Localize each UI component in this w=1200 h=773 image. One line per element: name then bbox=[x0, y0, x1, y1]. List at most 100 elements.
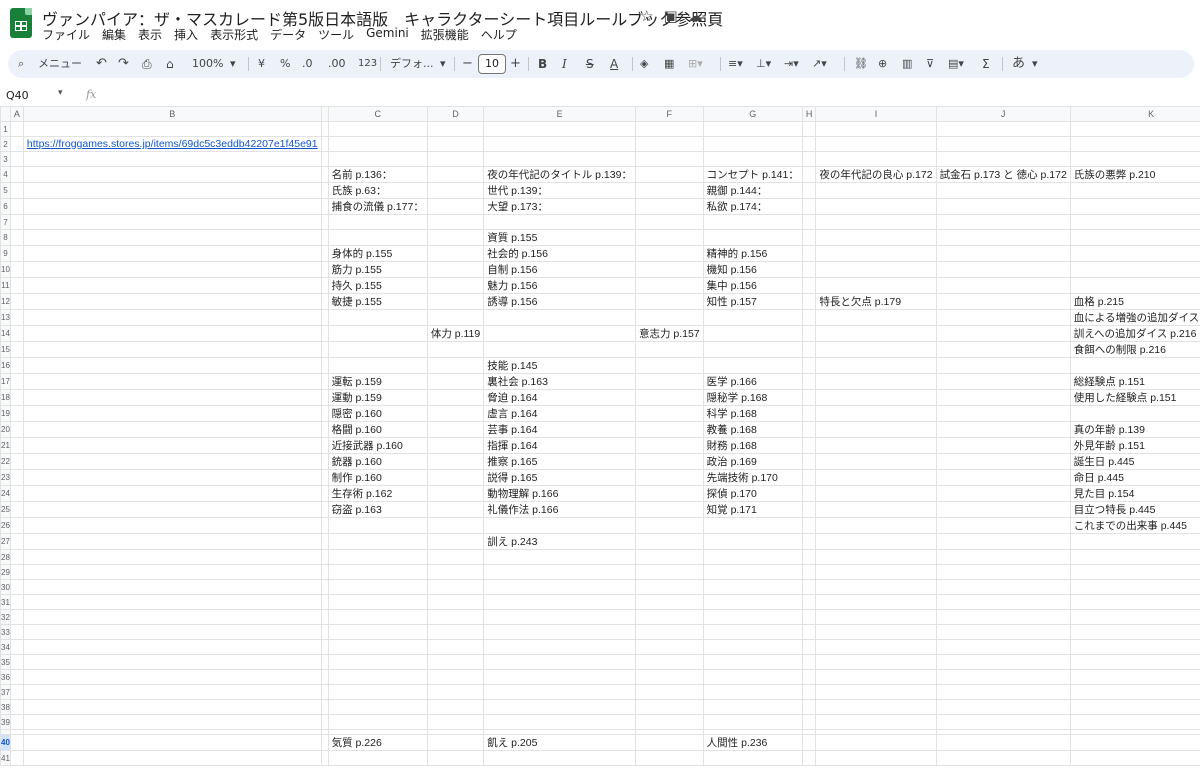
cell-j7[interactable] bbox=[935, 214, 1071, 230]
cell-b8[interactable] bbox=[22, 229, 322, 246]
search-icon[interactable]: ⌕ bbox=[18, 50, 24, 78]
row-header[interactable]: 31 bbox=[0, 594, 11, 610]
redo-icon[interactable]: ↷ bbox=[118, 50, 129, 78]
cell-b36[interactable] bbox=[22, 669, 322, 685]
cell-a39[interactable] bbox=[9, 714, 24, 730]
cell-f28[interactable] bbox=[634, 549, 704, 565]
cell-f41[interactable] bbox=[634, 750, 704, 766]
cell-g25[interactable]: 知覚 p.171 bbox=[702, 501, 803, 518]
cell-a3[interactable] bbox=[9, 151, 24, 167]
filter-icon[interactable]: ⊽ bbox=[926, 50, 934, 78]
decrease-decimal-button[interactable]: .0 bbox=[302, 50, 313, 78]
undo-icon[interactable]: ↶ bbox=[96, 50, 107, 78]
menu-item[interactable]: 編集 bbox=[102, 26, 126, 43]
cell-f2[interactable] bbox=[634, 136, 704, 152]
cell-k15[interactable]: 食餌への制限 p.216 bbox=[1069, 341, 1200, 358]
cell-h28[interactable] bbox=[801, 549, 817, 565]
cell-h19[interactable] bbox=[801, 405, 817, 422]
cell-f33[interactable] bbox=[634, 624, 704, 640]
cell-f29[interactable] bbox=[634, 564, 704, 580]
cell-j14[interactable] bbox=[935, 325, 1071, 342]
cell-d25[interactable] bbox=[426, 501, 485, 518]
cell-j12[interactable] bbox=[935, 293, 1071, 310]
cell-b22[interactable] bbox=[22, 453, 322, 470]
cell-d20[interactable] bbox=[426, 421, 485, 438]
cell-h9[interactable] bbox=[801, 245, 817, 262]
cell-k29[interactable] bbox=[1069, 564, 1200, 580]
row-header[interactable]: 18 bbox=[0, 389, 11, 406]
cell-j3[interactable] bbox=[935, 151, 1071, 167]
row-header[interactable]: 26 bbox=[0, 517, 11, 534]
cell-j35[interactable] bbox=[935, 654, 1071, 670]
cell-j17[interactable] bbox=[935, 373, 1071, 390]
cell-f26[interactable] bbox=[634, 517, 704, 534]
row-header[interactable]: 9 bbox=[0, 245, 11, 262]
cell-j29[interactable] bbox=[935, 564, 1071, 580]
cell-i32[interactable] bbox=[815, 609, 937, 625]
cell-d24[interactable] bbox=[426, 485, 485, 502]
cell-i37[interactable] bbox=[815, 684, 937, 700]
cell-c10[interactable]: 筋力 p.155 bbox=[327, 261, 428, 278]
cell-i38[interactable] bbox=[815, 699, 937, 715]
cell-f11[interactable] bbox=[634, 277, 704, 294]
cell-a10[interactable] bbox=[9, 261, 24, 278]
cell-d39[interactable] bbox=[426, 714, 485, 730]
cell-g2[interactable] bbox=[702, 136, 803, 152]
cell-i9[interactable] bbox=[815, 245, 937, 262]
cell-e39[interactable] bbox=[483, 714, 636, 730]
cell-c40[interactable]: 気質 p.226 bbox=[327, 734, 428, 751]
cell-k25[interactable]: 目立つ特長 p.445 bbox=[1069, 501, 1200, 518]
cell-c18[interactable]: 運動 p.159 bbox=[327, 389, 428, 406]
cell-k23[interactable]: 命日 p.445 bbox=[1069, 469, 1200, 486]
cell-j1[interactable] bbox=[935, 121, 1071, 137]
cell-g19[interactable]: 科学 p.168 bbox=[702, 405, 803, 422]
cell-g21[interactable]: 財務 p.168 bbox=[702, 437, 803, 454]
cell-k26[interactable]: これまでの出来事 p.445 bbox=[1069, 517, 1200, 534]
cell-i24[interactable] bbox=[815, 485, 937, 502]
cell-f18[interactable] bbox=[634, 389, 704, 406]
cell-k3[interactable] bbox=[1069, 151, 1200, 167]
cell-f34[interactable] bbox=[634, 639, 704, 655]
row-header[interactable]: 33 bbox=[0, 624, 11, 640]
cell-a40[interactable] bbox=[9, 734, 24, 751]
cell-i10[interactable] bbox=[815, 261, 937, 278]
cell-e8[interactable]: 資質 p.155 bbox=[483, 229, 636, 246]
cell-f13[interactable] bbox=[634, 309, 704, 326]
cell-g28[interactable] bbox=[702, 549, 803, 565]
row-header[interactable]: 28 bbox=[0, 549, 11, 565]
column-header-c[interactable]: C bbox=[327, 106, 428, 122]
cell-c22[interactable]: 銃器 p.160 bbox=[327, 453, 428, 470]
strikethrough-button[interactable]: S bbox=[586, 50, 594, 78]
cell-j16[interactable] bbox=[935, 357, 1071, 374]
cell-f27[interactable] bbox=[634, 533, 704, 550]
cell-a37[interactable] bbox=[9, 684, 24, 700]
cell-j37[interactable] bbox=[935, 684, 1071, 700]
cell-e25[interactable]: 礼儀作法 p.166 bbox=[483, 501, 636, 518]
cell-i18[interactable] bbox=[815, 389, 937, 406]
cell-j41[interactable] bbox=[935, 750, 1071, 766]
cell-a28[interactable] bbox=[9, 549, 24, 565]
cell-j34[interactable] bbox=[935, 639, 1071, 655]
cell-c41[interactable] bbox=[327, 750, 428, 766]
link-icon[interactable]: ⛓ bbox=[854, 50, 868, 78]
zoom-select[interactable]: 100% bbox=[192, 50, 223, 78]
cell-e38[interactable] bbox=[483, 699, 636, 715]
cell-j15[interactable] bbox=[935, 341, 1071, 358]
cell-f9[interactable] bbox=[634, 245, 704, 262]
cell-f5[interactable] bbox=[634, 182, 704, 199]
cell-g41[interactable] bbox=[702, 750, 803, 766]
cell-e14[interactable] bbox=[483, 325, 636, 342]
cell-d37[interactable] bbox=[426, 684, 485, 700]
cell-a8[interactable] bbox=[9, 229, 24, 246]
cell-b30[interactable] bbox=[22, 579, 322, 595]
cell-k34[interactable] bbox=[1069, 639, 1200, 655]
menu-item[interactable]: データ bbox=[270, 26, 306, 43]
cell-e32[interactable] bbox=[483, 609, 636, 625]
cell-a21[interactable] bbox=[9, 437, 24, 454]
cell-k7[interactable] bbox=[1069, 214, 1200, 230]
cell-c4[interactable]: 名前 p.136： bbox=[327, 166, 428, 183]
cell-a20[interactable] bbox=[9, 421, 24, 438]
cell-i22[interactable] bbox=[815, 453, 937, 470]
cell-i13[interactable] bbox=[815, 309, 937, 326]
cell-a32[interactable] bbox=[9, 609, 24, 625]
